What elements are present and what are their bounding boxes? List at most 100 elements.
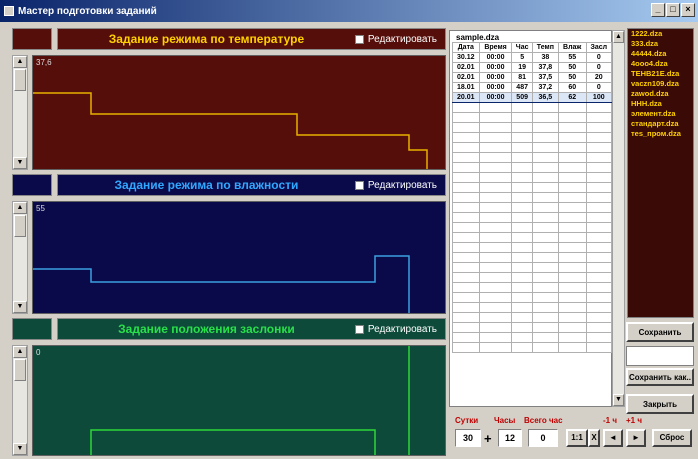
table-cell[interactable]: [452, 192, 480, 203]
table-cell[interactable]: 02.01: [452, 72, 480, 83]
damper-graph[interactable]: 0: [32, 345, 446, 456]
table-cell[interactable]: [557, 142, 587, 153]
table-cell[interactable]: 0: [585, 82, 613, 93]
table-cell[interactable]: [557, 202, 587, 213]
table-row[interactable]: [452, 252, 613, 263]
table-cell[interactable]: [511, 132, 533, 143]
table-row[interactable]: 02.01 00:00 81 37,5 50 20: [452, 72, 613, 83]
humidity-edit-checkbox[interactable]: Редактировать: [354, 180, 437, 191]
table-cell[interactable]: [531, 262, 559, 273]
table-cell[interactable]: [478, 102, 513, 113]
file-list-item[interactable]: vaczn109.dza: [628, 79, 693, 89]
scroll-down-icon[interactable]: ▼: [13, 301, 27, 313]
column-header[interactable]: Темп: [531, 42, 559, 53]
table-cell[interactable]: [452, 302, 480, 313]
table-row[interactable]: [452, 242, 613, 253]
table-cell[interactable]: [557, 172, 587, 183]
table-cell[interactable]: [478, 232, 513, 243]
table-row[interactable]: [452, 312, 613, 323]
table-cell[interactable]: [452, 272, 480, 283]
table-cell[interactable]: [531, 182, 559, 193]
table-cell[interactable]: [531, 232, 559, 243]
table-cell[interactable]: [478, 162, 513, 173]
table-cell[interactable]: 00:00: [478, 62, 513, 73]
file-list-item[interactable]: 1222.dza: [628, 29, 693, 39]
table-cell[interactable]: [452, 212, 480, 223]
table-cell[interactable]: [511, 102, 533, 113]
table-cell[interactable]: [531, 252, 559, 263]
table-cell[interactable]: [478, 222, 513, 233]
table-cell[interactable]: [478, 112, 513, 123]
table-cell[interactable]: [585, 232, 613, 243]
table-cell[interactable]: [511, 112, 533, 123]
table-cell[interactable]: [452, 262, 480, 273]
table-cell[interactable]: [478, 312, 513, 323]
table-cell[interactable]: [585, 272, 613, 283]
table-cell[interactable]: 30.12: [452, 52, 480, 63]
table-cell[interactable]: [557, 162, 587, 173]
minimize-button[interactable]: _: [651, 3, 665, 17]
table-cell[interactable]: [585, 342, 613, 353]
table-cell[interactable]: [511, 172, 533, 183]
table-cell[interactable]: [478, 252, 513, 263]
table-row[interactable]: [452, 292, 613, 303]
table-cell[interactable]: [585, 152, 613, 163]
table-cell[interactable]: [478, 302, 513, 313]
table-row[interactable]: [452, 342, 613, 353]
table-cell[interactable]: 509: [511, 92, 533, 103]
table-cell[interactable]: [511, 182, 533, 193]
table-cell[interactable]: [511, 312, 533, 323]
column-header[interactable]: Дата: [452, 42, 480, 53]
table-cell[interactable]: [585, 332, 613, 343]
table-cell[interactable]: 487: [511, 82, 533, 93]
table-cell[interactable]: [511, 242, 533, 253]
days-field[interactable]: 30: [455, 429, 481, 447]
table-cell[interactable]: [531, 142, 559, 153]
table-cell[interactable]: [585, 252, 613, 263]
table-cell[interactable]: [511, 152, 533, 163]
table-cell[interactable]: 00:00: [478, 52, 513, 63]
damper-edit-checkbox[interactable]: Редактировать: [354, 324, 437, 335]
table-row[interactable]: [452, 142, 613, 153]
table-cell[interactable]: [585, 212, 613, 223]
scroll-up-icon[interactable]: ▲: [13, 346, 27, 358]
scroll-up-icon[interactable]: ▲: [613, 31, 624, 43]
table-cell[interactable]: 00:00: [478, 72, 513, 83]
table-cell[interactable]: [452, 342, 480, 353]
table-cell[interactable]: [557, 112, 587, 123]
temperature-vscroll[interactable]: ▲ ▼: [12, 55, 28, 170]
table-vscroll[interactable]: ▲ ▼: [612, 30, 625, 407]
table-row[interactable]: [452, 282, 613, 293]
table-cell[interactable]: [557, 342, 587, 353]
table-cell[interactable]: [557, 272, 587, 283]
table-row[interactable]: [452, 122, 613, 133]
table-cell[interactable]: [557, 302, 587, 313]
table-cell[interactable]: [478, 172, 513, 183]
table-cell[interactable]: [452, 152, 480, 163]
table-cell[interactable]: [531, 272, 559, 283]
table-cell[interactable]: [557, 312, 587, 323]
file-list-item[interactable]: тes_пром.dza: [628, 129, 693, 139]
table-cell[interactable]: [511, 232, 533, 243]
hours-field[interactable]: 12: [498, 429, 522, 447]
table-cell[interactable]: [557, 252, 587, 263]
table-cell[interactable]: [557, 192, 587, 203]
table-cell[interactable]: [585, 102, 613, 113]
table-cell[interactable]: [585, 292, 613, 303]
file-list-item[interactable]: HHH.dza: [628, 99, 693, 109]
table-cell[interactable]: [531, 102, 559, 113]
file-list-item[interactable]: 333.dza: [628, 39, 693, 49]
table-cell[interactable]: [531, 122, 559, 133]
table-cell[interactable]: [511, 292, 533, 303]
scroll-down-icon[interactable]: ▼: [13, 443, 27, 455]
table-cell[interactable]: [511, 202, 533, 213]
table-cell[interactable]: 50: [557, 72, 587, 83]
table-cell[interactable]: 0: [585, 62, 613, 73]
table-cell[interactable]: [452, 142, 480, 153]
table-cell[interactable]: [478, 142, 513, 153]
close-button[interactable]: Закрыть: [626, 394, 694, 414]
table-cell[interactable]: 37,8: [531, 62, 559, 73]
scroll-thumb[interactable]: [14, 69, 26, 91]
table-row[interactable]: [452, 202, 613, 213]
table-cell[interactable]: [511, 222, 533, 233]
